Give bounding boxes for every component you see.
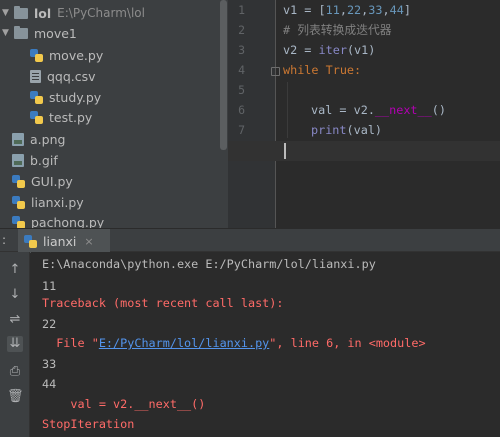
code-token: v2 = bbox=[283, 43, 319, 57]
editor-gutter: 1 2 3 4 5 6 7 8 bbox=[228, 0, 276, 228]
python-file-icon bbox=[30, 48, 43, 62]
code-token: ] bbox=[403, 3, 411, 17]
soft-wrap-icon[interactable]: ⇌ bbox=[7, 312, 23, 328]
console-file-link[interactable]: E:/PyCharm/lol/lianxi.py bbox=[99, 336, 269, 350]
tree-file-row[interactable]: study.py bbox=[30, 87, 101, 107]
line-number: 6 bbox=[238, 103, 245, 117]
image-file-icon bbox=[12, 132, 24, 146]
csv-file-icon bbox=[30, 69, 41, 83]
tree-file-row[interactable]: lianxi.py bbox=[12, 192, 84, 212]
line-number: 2 bbox=[238, 23, 245, 37]
tree-scrollbar[interactable] bbox=[220, 0, 227, 150]
line-number: 7 bbox=[238, 123, 245, 137]
tree-file-label: lianxi.py bbox=[31, 194, 84, 210]
run-toolbar: ↑ ↓ ⇌ ⇊ ⎙ 🗑 bbox=[0, 252, 30, 437]
console-line: 22 bbox=[42, 317, 57, 331]
line-number: 3 bbox=[238, 43, 245, 57]
code-builtin: iter bbox=[318, 43, 347, 57]
line-number: 4 bbox=[238, 63, 245, 77]
code-number: 11 bbox=[325, 3, 340, 17]
code-token: (val) bbox=[346, 123, 383, 137]
chevron-down-icon[interactable]: ▼ bbox=[2, 8, 12, 18]
fold-marker-icon[interactable] bbox=[271, 67, 280, 76]
tree-root-path: E:\PyCharm\lol bbox=[57, 6, 145, 20]
code-number: 22 bbox=[346, 3, 362, 17]
code-line-6[interactable]: val = v2.__next__() bbox=[311, 100, 446, 120]
code-magic-method: __next__ bbox=[374, 103, 432, 117]
console-line: 33 bbox=[42, 357, 57, 371]
run-tab-lianxi[interactable]: lianxi × bbox=[18, 229, 110, 253]
code-line-4[interactable]: while True: bbox=[283, 60, 361, 80]
run-tab-label: lianxi bbox=[43, 233, 77, 249]
folder-icon bbox=[14, 5, 28, 19]
trash-icon[interactable]: 🗑 bbox=[7, 389, 24, 405]
run-label: : bbox=[2, 233, 7, 247]
python-file-icon bbox=[30, 90, 43, 104]
project-tree: ▼ lol E:\PyCharm\lol ▼ move1 move.py qqq… bbox=[0, 0, 228, 228]
chevron-down-icon[interactable]: ▼ bbox=[2, 28, 12, 38]
close-icon[interactable]: × bbox=[84, 235, 93, 248]
folder-icon bbox=[14, 25, 28, 39]
arrow-down-icon[interactable]: ↓ bbox=[7, 287, 23, 303]
tree-file-label: move.py bbox=[49, 47, 104, 63]
indent-guide bbox=[287, 82, 288, 138]
tree-file-label: pachong.py bbox=[31, 214, 105, 229]
code-token: , bbox=[382, 3, 390, 17]
code-line-2[interactable]: # 列表转换成迭代器 bbox=[283, 20, 392, 40]
code-number: 44 bbox=[389, 3, 404, 17]
tree-file-label: study.py bbox=[49, 89, 102, 105]
line-number: 5 bbox=[238, 83, 245, 97]
arrow-up-icon[interactable]: ↑ bbox=[7, 262, 23, 278]
tree-file-label: a.png bbox=[30, 131, 66, 147]
python-file-icon bbox=[12, 195, 25, 209]
code-token: () bbox=[431, 103, 446, 117]
python-file-icon bbox=[12, 174, 25, 188]
code-keyword: while bbox=[283, 63, 319, 77]
tree-file-row[interactable]: move.py bbox=[30, 45, 103, 65]
tree-file-row[interactable]: GUI.py bbox=[12, 171, 73, 191]
console-command-line: E:\Anaconda\python.exe E:/PyCharm/lol/li… bbox=[42, 257, 376, 271]
console-error-text: ", line 6, in <module> bbox=[269, 336, 426, 350]
tree-root-name: lol bbox=[34, 5, 52, 21]
tree-file-label: test.py bbox=[49, 109, 93, 125]
code-line-7[interactable]: print(val) bbox=[311, 120, 382, 140]
code-builtin: print bbox=[311, 123, 347, 137]
current-line-highlight bbox=[228, 141, 500, 161]
tree-file-label: b.gif bbox=[30, 152, 58, 168]
tree-file-row[interactable]: test.py bbox=[30, 107, 92, 127]
code-keyword: True: bbox=[318, 63, 362, 77]
python-file-icon bbox=[30, 110, 43, 124]
console-error-line: Traceback (most recent call last): bbox=[42, 296, 284, 310]
tree-folder-label: move1 bbox=[34, 25, 77, 41]
run-panel-header: : lianxi × bbox=[0, 228, 500, 253]
tree-file-row[interactable]: a.png bbox=[12, 129, 65, 149]
python-file-icon bbox=[24, 234, 37, 248]
console-error-file-line: File "E:/PyCharm/lol/lianxi.py", line 6,… bbox=[42, 333, 426, 353]
console-error-line: StopIteration bbox=[42, 417, 135, 431]
tree-file-row[interactable]: qqq.csv bbox=[30, 66, 96, 86]
image-file-icon bbox=[12, 153, 24, 167]
console-error-line: val = v2.__next__() bbox=[42, 397, 206, 411]
code-line-3[interactable]: v2 = iter(v1) bbox=[283, 40, 375, 60]
console-error-text: File " bbox=[42, 336, 99, 350]
code-token: (v1) bbox=[346, 43, 376, 57]
print-icon[interactable]: ⎙ bbox=[7, 364, 23, 380]
scroll-to-end-icon[interactable]: ⇊ bbox=[7, 336, 23, 352]
tree-file-label: GUI.py bbox=[31, 173, 73, 189]
line-number: 1 bbox=[238, 3, 245, 17]
code-number: 33 bbox=[368, 3, 383, 17]
tree-file-row[interactable]: b.gif bbox=[12, 150, 58, 170]
tree-file-row[interactable]: pachong.py bbox=[12, 212, 104, 228]
tree-root-row[interactable]: ▼ lol E:\PyCharm\lol bbox=[2, 3, 145, 23]
tree-folder-row[interactable]: ▼ move1 bbox=[2, 23, 77, 43]
code-token: , bbox=[339, 3, 347, 17]
code-token: v1 = [ bbox=[283, 3, 326, 17]
tree-file-label: qqq.csv bbox=[47, 68, 96, 84]
python-file-icon bbox=[12, 215, 25, 228]
text-caret bbox=[284, 143, 286, 159]
code-line-1[interactable]: v1 = [11,22,33,44] bbox=[283, 0, 411, 20]
console-line: 44 bbox=[42, 377, 57, 391]
code-token: val = v2. bbox=[311, 103, 375, 117]
